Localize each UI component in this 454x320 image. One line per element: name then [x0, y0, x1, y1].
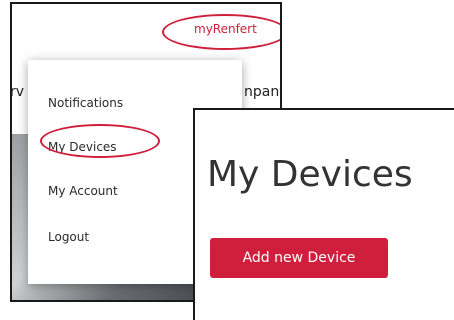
menu-item-my-account[interactable]: My Account — [48, 184, 118, 198]
background-text-left: rv — [10, 84, 25, 100]
highlight-ring-my-devices — [40, 124, 160, 158]
highlight-ring-account — [162, 14, 280, 50]
right-screenshot-panel: My Devices Add new Device — [193, 108, 454, 320]
add-new-device-button[interactable]: Add new Device — [210, 238, 388, 278]
background-text-right: npany — [244, 84, 280, 100]
menu-item-logout[interactable]: Logout — [48, 230, 89, 244]
page-title: My Devices — [207, 154, 413, 195]
menu-item-notifications[interactable]: Notifications — [48, 96, 123, 110]
